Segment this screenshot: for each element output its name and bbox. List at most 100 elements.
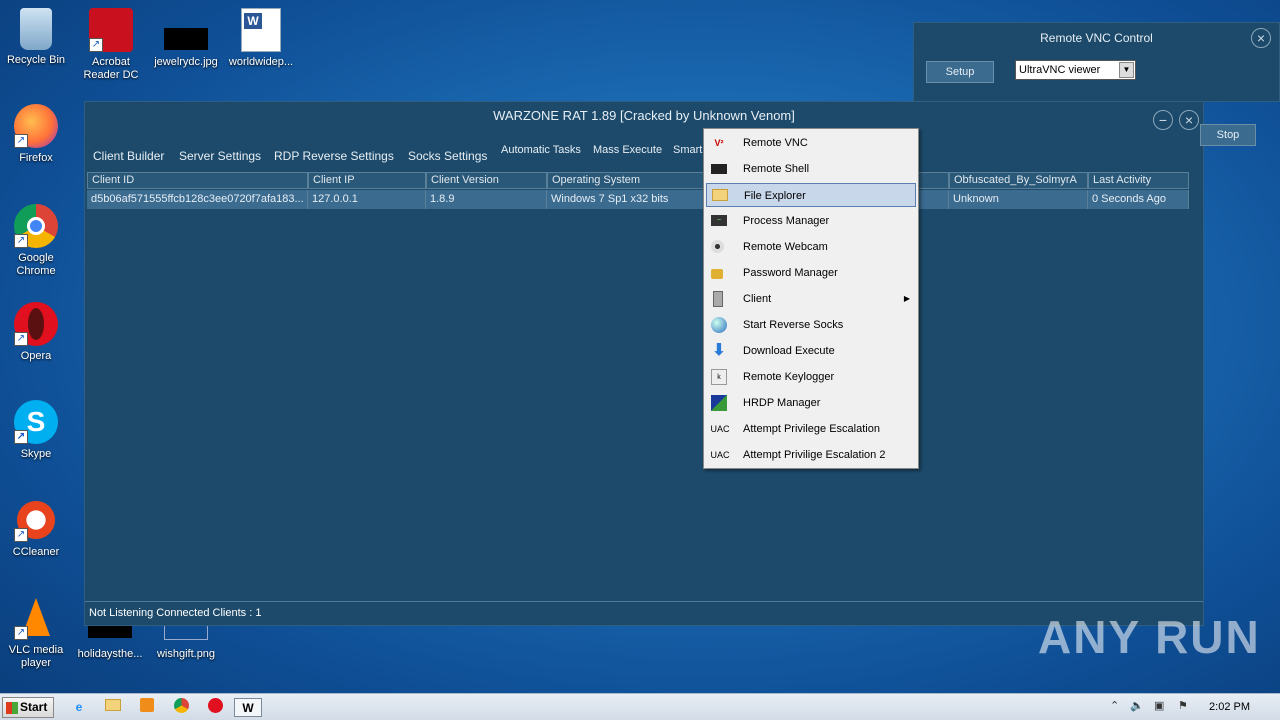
desktop-icon-label: wishgift.png [156, 648, 216, 660]
client-context-menu: V² Remote VNC Remote Shell File Explorer… [703, 128, 919, 469]
menu-item-password-manager[interactable]: Password Manager [706, 261, 916, 285]
rat-status-bar: Not Listening Connected Clients : 1 [85, 601, 1203, 625]
chrome-icon: ↗ [14, 204, 58, 248]
menu-item-remote-keylogger[interactable]: k Remote Keylogger [706, 365, 916, 389]
menu-smart[interactable]: Smart [673, 144, 702, 156]
submenu-arrow-icon: ▶ [903, 294, 910, 303]
folder-icon [712, 189, 728, 201]
vnc-icon: V² [714, 138, 724, 148]
keylogger-icon: k [711, 369, 727, 385]
menu-item-remote-webcam[interactable]: Remote Webcam [706, 235, 916, 259]
column-header[interactable]: Obfuscated_By_SolmyrA [949, 172, 1088, 189]
media-player-icon[interactable] [136, 698, 158, 717]
start-button[interactable]: Start [2, 697, 54, 718]
warzone-taskbar-icon[interactable]: W [234, 698, 262, 717]
desktop-icon-opera[interactable]: ↗ Opera [0, 302, 74, 363]
shortcut-arrow-icon: ↗ [14, 332, 28, 346]
firefox-icon: ↗ [14, 104, 58, 148]
windows-logo-icon [6, 702, 18, 714]
file-explorer-icon[interactable] [102, 698, 124, 717]
start-label: Start [20, 700, 48, 714]
menu-item-client[interactable]: Client ▶ [706, 287, 916, 311]
minimize-icon[interactable]: − [1153, 110, 1173, 130]
desktop-icon-label: jewelrydc.jpg [154, 56, 218, 68]
column-header[interactable]: Operating System [547, 172, 705, 189]
desktop-icon-recycle-bin[interactable]: Recycle Bin [0, 8, 74, 67]
desktop-icon-chrome[interactable]: ↗ Google Chrome [0, 204, 74, 278]
vnc-stop-button[interactable]: Stop [1200, 124, 1256, 146]
clock[interactable]: 2:02 PM [1209, 694, 1250, 720]
menu-item-remote-shell[interactable]: Remote Shell [706, 157, 916, 181]
desktop-icon-acrobat[interactable]: ↗ Acrobat Reader DC [73, 8, 149, 82]
rat-menubar: Client Builder Server Settings RDP Rever… [85, 142, 1203, 166]
chevron-down-icon: ▼ [1119, 62, 1134, 78]
menu-item-start-reverse-socks[interactable]: Start Reverse Socks [706, 313, 916, 337]
client-icon [713, 291, 723, 307]
vlc-icon: ↗ [14, 596, 58, 640]
column-header[interactable]: Last Activity [1088, 172, 1189, 189]
acrobat-icon: ↗ [89, 8, 133, 52]
rat-window-title: WARZONE RAT 1.89 [Cracked by Unknown Ven… [493, 108, 795, 123]
column-header[interactable]: Client Version [426, 172, 547, 189]
vnc-setup-button[interactable]: Setup [926, 61, 994, 83]
desktop-icon-jewelrydc[interactable]: jewelrydc.jpg [148, 8, 224, 69]
vnc-viewer-select[interactable]: UltraVNC viewer ▼ [1015, 60, 1136, 80]
globe-icon [711, 317, 727, 333]
desktop-icon-ccleaner[interactable]: ↗ CCleaner [0, 498, 74, 559]
menu-item-privilege-escalation-2[interactable]: UAC Attempt Privilige Escalation 2 [706, 443, 916, 467]
shortcut-arrow-icon: ↗ [14, 430, 28, 444]
recycle-bin-icon [20, 8, 52, 50]
cell-client-id: d5b06af571555ffcb128c3ee0720f7afa183... [87, 190, 308, 209]
process-icon: ~ [711, 215, 727, 226]
desktop-icon-label: Opera [20, 350, 52, 362]
cell-last-activity: 0 Seconds Ago [1088, 190, 1189, 209]
cell-client-version: 1.8.9 [426, 190, 547, 209]
column-header[interactable]: Client ID [87, 172, 308, 189]
internet-explorer-icon[interactable]: e [68, 698, 90, 717]
shell-icon [711, 164, 727, 174]
volume-icon[interactable]: 🔈 [1130, 699, 1144, 712]
rdp-icon [711, 395, 727, 411]
menu-automatic-tasks[interactable]: Automatic Tasks [501, 144, 581, 156]
desktop-icon-label: Firefox [19, 152, 53, 164]
menu-item-privilege-escalation[interactable]: UAC Attempt Privilege Escalation [706, 417, 916, 441]
menu-item-file-explorer[interactable]: File Explorer [706, 183, 916, 207]
desktop-icon-label: worldwidep... [228, 56, 294, 68]
column-header[interactable]: Client IP [308, 172, 426, 189]
vnc-window-title: Remote VNC Control [1040, 31, 1153, 45]
menu-item-hrdp-manager[interactable]: HRDP Manager [706, 391, 916, 415]
menu-rdp-reverse-settings[interactable]: RDP Reverse Settings [274, 149, 394, 163]
cell-operating-system: Windows 7 Sp1 x32 bits [547, 190, 705, 209]
desktop-icon-label: CCleaner [12, 546, 60, 558]
menu-client-builder[interactable]: Client Builder [93, 149, 164, 163]
desktop-icon-firefox[interactable]: ↗ Firefox [0, 104, 74, 165]
vnc-close-icon[interactable]: × [1251, 28, 1271, 48]
anyrun-watermark: ANY RUN [1038, 611, 1261, 663]
close-icon[interactable]: × [1179, 110, 1199, 130]
menu-item-remote-vnc[interactable]: V² Remote VNC [706, 131, 916, 155]
action-center-flag-icon[interactable]: ⚑ [1178, 699, 1188, 712]
uac-icon: UAC [710, 450, 730, 460]
menu-server-settings[interactable]: Server Settings [179, 149, 261, 163]
network-icon[interactable]: ▣ [1154, 699, 1164, 712]
menu-mass-execute[interactable]: Mass Execute [593, 144, 662, 156]
desktop-icon-skype[interactable]: S ↗ Skype [0, 400, 74, 461]
word-document-icon: W [241, 8, 281, 52]
opera-taskbar-icon[interactable] [204, 698, 226, 717]
shortcut-arrow-icon: ↗ [14, 626, 28, 640]
taskbar: Start e W ⌃ 🔈 ▣ ⚑ 2:02 PM [0, 693, 1280, 720]
menu-item-download-execute[interactable]: ⬇ Download Execute [706, 339, 916, 363]
menu-socks-settings[interactable]: Socks Settings [408, 149, 487, 163]
cell-obfuscated: Unknown [949, 190, 1088, 209]
chrome-taskbar-icon[interactable] [170, 698, 192, 717]
vnc-viewer-value: UltraVNC viewer [1019, 64, 1101, 76]
desktop-icon-worldwidep[interactable]: W worldwidep... [223, 8, 299, 69]
desktop-icon-label: Acrobat Reader DC [83, 56, 139, 81]
menu-item-process-manager[interactable]: ~ Process Manager [706, 209, 916, 233]
cell-client-ip: 127.0.0.1 [308, 190, 426, 209]
shortcut-arrow-icon: ↗ [89, 38, 103, 52]
tray-expand-icon[interactable]: ⌃ [1110, 699, 1119, 712]
opera-icon: ↗ [14, 302, 58, 346]
desktop-icon-vlc[interactable]: ↗ VLC media player [0, 596, 74, 670]
shortcut-arrow-icon: ↗ [14, 528, 28, 542]
